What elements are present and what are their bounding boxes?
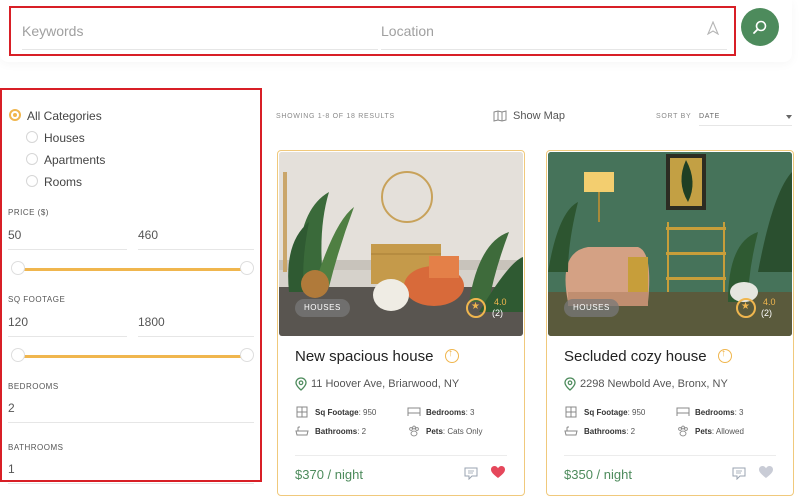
sq-footage-icon xyxy=(565,406,577,418)
feature-value: : 2 xyxy=(626,427,636,436)
feature-label: Bathrooms xyxy=(584,427,627,436)
feature-value: : 3 xyxy=(465,408,475,417)
bedrooms-feature: Bedrooms: 3 xyxy=(426,408,474,417)
listing-title[interactable]: New spacious house xyxy=(295,348,433,365)
bathrooms-feature: Bathrooms: 2 xyxy=(584,427,635,436)
category-label: Apartments xyxy=(44,153,106,167)
radio-circle[interactable] xyxy=(26,131,38,143)
feature-label: Bedrooms xyxy=(695,408,735,417)
feature-value: : Cats Only xyxy=(442,427,483,436)
feature-value: : 2 xyxy=(357,427,367,436)
listing-price: $370 / night xyxy=(295,467,363,482)
message-icon[interactable] xyxy=(732,467,746,480)
price-min-input[interactable]: 50 xyxy=(8,224,127,250)
heart-icon[interactable] xyxy=(758,465,774,479)
map-pin-icon xyxy=(295,377,307,391)
sq-footage-max-input[interactable]: 1800 xyxy=(138,311,254,337)
feature-label: Pets xyxy=(426,427,443,436)
sq-footage-min-input[interactable]: 120 xyxy=(8,311,127,337)
rating-star-icon xyxy=(466,298,486,318)
rating-star-icon xyxy=(736,298,756,318)
listing-address: 2298 Newbold Ave, Bronx, NY xyxy=(580,378,728,390)
arrow-up-circle-icon xyxy=(718,348,732,363)
bedrooms-label: BEDROOMS xyxy=(8,382,59,391)
filter-panel: All Categories Houses Apartments Rooms P… xyxy=(0,88,262,484)
sort-by-label: SORT BY xyxy=(656,113,692,120)
sq-footage-range-slider[interactable] xyxy=(11,348,254,364)
show-map-label: Show Map xyxy=(513,110,565,122)
radio-circle[interactable] xyxy=(26,153,38,165)
slider-max-handle[interactable] xyxy=(240,261,254,275)
arrow-up-circle-icon xyxy=(445,348,459,363)
listing-title[interactable]: Secluded cozy house xyxy=(564,348,707,365)
paw-icon xyxy=(678,425,688,437)
map-pin-icon xyxy=(564,377,576,391)
bathrooms-input[interactable]: 1 xyxy=(8,458,254,484)
bedrooms-feature: Bedrooms: 3 xyxy=(695,408,743,417)
search-bar xyxy=(0,0,792,62)
rating-value: 4.0 xyxy=(763,297,776,307)
search-icon xyxy=(753,20,767,34)
slider-track xyxy=(17,268,248,271)
bathrooms-feature: Bathrooms: 2 xyxy=(315,427,366,436)
search-fields-group xyxy=(9,6,736,56)
location-input[interactable] xyxy=(381,12,727,50)
category-label: All Categories xyxy=(27,109,102,123)
bathtub-icon xyxy=(295,426,309,436)
sort-value: DATE xyxy=(699,113,720,120)
keywords-input[interactable] xyxy=(22,12,378,50)
heart-icon[interactable] xyxy=(490,465,506,479)
sq-footage-feature: Sq Footage: 950 xyxy=(315,408,376,417)
chevron-down-icon xyxy=(786,115,792,119)
rating-value: 4.0 xyxy=(494,297,507,307)
sq-footage-label: SQ FOOTAGE xyxy=(8,295,66,304)
listing-card[interactable]: HOUSES 4.0 (2) New spacious house 11 Hoo… xyxy=(277,150,525,496)
pets-feature: Pets: Cats Only xyxy=(426,427,482,436)
card-divider xyxy=(295,455,507,456)
feature-label: Sq Footage xyxy=(315,408,359,417)
bed-icon xyxy=(407,407,421,416)
paw-icon xyxy=(409,425,419,437)
price-range-slider[interactable] xyxy=(11,261,254,277)
feature-value: : 950 xyxy=(627,408,646,417)
card-divider xyxy=(564,455,776,456)
radio-circle[interactable] xyxy=(26,175,38,187)
listing-card[interactable]: HOUSES 4.0 (2) Secluded cozy house 2298 … xyxy=(546,150,794,496)
category-label: Houses xyxy=(44,131,85,145)
feature-label: Bathrooms xyxy=(315,427,358,436)
bed-icon xyxy=(676,407,690,416)
results-count: SHOWING 1-8 OF 18 RESULTS xyxy=(276,113,395,120)
sq-footage-icon xyxy=(296,406,308,418)
category-badge: HOUSES xyxy=(564,299,619,317)
locate-arrow-icon[interactable] xyxy=(706,21,720,35)
category-badge: HOUSES xyxy=(295,299,350,317)
rating-count: (2) xyxy=(492,308,503,318)
bathrooms-label: BATHROOMS xyxy=(8,443,64,452)
feature-value: : 950 xyxy=(358,408,377,417)
message-icon[interactable] xyxy=(464,467,478,480)
slider-max-handle[interactable] xyxy=(240,348,254,362)
rating-count: (2) xyxy=(761,308,772,318)
feature-value: : 3 xyxy=(734,408,744,417)
listing-price: $350 / night xyxy=(564,467,632,482)
price-label: PRICE ($) xyxy=(8,208,49,217)
bedrooms-input[interactable]: 2 xyxy=(8,397,254,423)
price-max-input[interactable]: 460 xyxy=(138,224,254,250)
slider-min-handle[interactable] xyxy=(11,261,25,275)
radio-circle[interactable] xyxy=(9,109,21,121)
feature-label: Sq Footage xyxy=(584,408,628,417)
feature-label: Bedrooms xyxy=(426,408,466,417)
listing-address: 11 Hoover Ave, Briarwood, NY xyxy=(311,378,460,390)
slider-track xyxy=(17,355,248,358)
feature-value: : Allowed xyxy=(711,427,744,436)
search-button[interactable] xyxy=(741,8,779,46)
feature-label: Pets xyxy=(695,427,712,436)
map-icon xyxy=(493,110,507,122)
category-label: Rooms xyxy=(44,175,83,189)
slider-min-handle[interactable] xyxy=(11,348,25,362)
pets-feature: Pets: Allowed xyxy=(695,427,744,436)
sort-select[interactable]: DATE xyxy=(699,108,792,126)
bathtub-icon xyxy=(564,426,578,436)
sq-footage-feature: Sq Footage: 950 xyxy=(584,408,645,417)
